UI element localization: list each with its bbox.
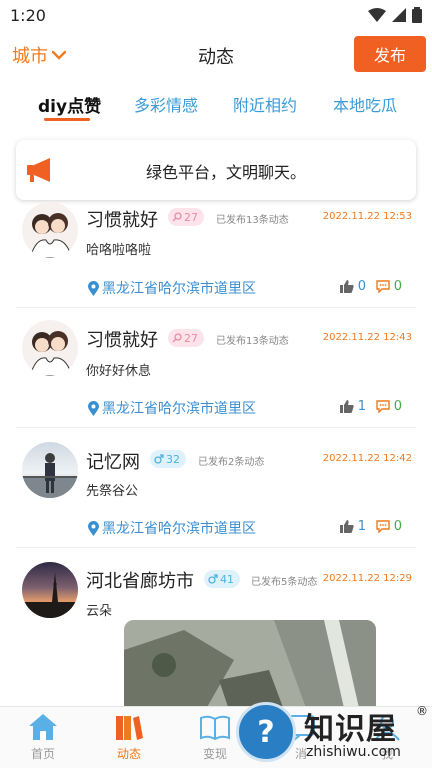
gender-age-badge: 41 <box>204 570 240 588</box>
post-count: 已发布13条动态 <box>216 336 289 347</box>
status-bar: 1:20 <box>0 0 432 30</box>
battery-icon <box>412 7 422 23</box>
location-label: 黑龙江省哈尔滨市道里区 <box>102 521 256 537</box>
post-location[interactable]: 黑龙江省哈尔滨市道里区 <box>88 518 256 538</box>
home-icon <box>29 714 57 740</box>
book-open-icon <box>200 715 230 741</box>
like-count: 0 <box>357 279 366 294</box>
registered-mark: ® <box>416 704 428 718</box>
comment-count: 0 <box>393 279 402 294</box>
notice-banner: 绿色平台，文明聊天。 <box>16 140 416 200</box>
gender-age-badge: 27 <box>168 329 204 347</box>
nav-feed[interactable]: 动态 <box>86 713 172 762</box>
nav-monetize-label: 变现 <box>202 747 227 761</box>
comment-icon <box>376 280 390 293</box>
watermark-title: 知识屋 <box>304 712 397 747</box>
like-button[interactable]: 1 <box>339 399 366 414</box>
tab-local-gossip[interactable]: 本地吃瓜 <box>333 92 397 116</box>
status-time: 1:20 <box>10 5 46 25</box>
wifi-icon <box>368 8 386 22</box>
post-time: 2022.11.22 12:53 <box>322 211 412 222</box>
male-icon <box>154 454 164 464</box>
post-location[interactable]: 黑龙江省哈尔滨市道里区 <box>88 398 256 418</box>
signal-icon <box>392 8 406 22</box>
comment-icon <box>376 400 390 413</box>
post-time: 2022.11.22 12:29 <box>322 573 412 584</box>
avatar[interactable] <box>22 562 78 618</box>
comment-icon <box>376 520 390 533</box>
comment-button[interactable]: 0 <box>376 519 402 534</box>
nav-home[interactable]: 首页 <box>0 713 86 762</box>
post-username[interactable]: 河北省廊坊市 <box>86 567 194 593</box>
comment-count: 0 <box>393 519 402 534</box>
post-feed[interactable]: 习惯就好 27 已发布13条动态 2022.11.22 12:53 哈咯啦咯啦 … <box>0 200 432 706</box>
category-tabs: diy点赞 多彩情感 附近相约 本地吃瓜 <box>0 88 432 124</box>
tab-nearby-meetup[interactable]: 附近相约 <box>233 92 297 116</box>
avatar[interactable] <box>22 202 78 258</box>
female-icon <box>172 333 182 343</box>
post-text: 哈咯啦咯啦 <box>86 243 152 258</box>
like-count: 1 <box>357 519 366 534</box>
tab-colorful-emotion[interactable]: 多彩情感 <box>134 92 198 116</box>
post-time: 2022.11.22 12:43 <box>322 332 412 343</box>
app-header: 城市 动态 发布 <box>0 34 432 76</box>
watermark-subtitle: zhishiwu.com <box>306 744 401 760</box>
nav-feed-label: 动态 <box>116 747 141 761</box>
like-button[interactable]: 0 <box>339 279 366 294</box>
watermark: ? 知识屋 ® zhishiwu.com <box>236 702 432 768</box>
post-image[interactable] <box>124 620 376 706</box>
age-value: 32 <box>166 452 180 466</box>
male-icon <box>208 574 218 584</box>
age-value: 27 <box>184 331 198 345</box>
post-username[interactable]: 习惯就好 <box>86 206 158 232</box>
like-count: 1 <box>357 399 366 414</box>
tab-diy-like[interactable]: diy点赞 <box>38 92 101 117</box>
publish-button[interactable]: 发布 <box>354 36 426 72</box>
post-card[interactable]: 习惯就好 27 已发布13条动态 2022.11.22 12:53 哈咯啦咯啦 … <box>16 200 416 308</box>
thumbs-up-icon <box>339 520 354 533</box>
post-count: 已发布13条动态 <box>216 215 289 226</box>
nav-home-label: 首页 <box>30 747 55 761</box>
location-label: 黑龙江省哈尔滨市道里区 <box>102 401 256 417</box>
avatar[interactable] <box>22 320 78 376</box>
post-card[interactable]: 记忆网 32 已发布2条动态 2022.11.22 12:42 先祭谷公 黑龙江… <box>16 428 416 548</box>
gender-age-badge: 32 <box>150 450 186 468</box>
post-username[interactable]: 记忆网 <box>86 448 140 474</box>
post-text: 先祭谷公 <box>86 484 139 499</box>
post-count: 已发布2条动态 <box>198 457 265 468</box>
books-icon <box>116 716 143 740</box>
female-icon <box>172 212 182 222</box>
location-label: 黑龙江省哈尔滨市道里区 <box>102 281 256 297</box>
post-text: 你好好休息 <box>86 364 152 379</box>
age-value: 41 <box>220 572 234 586</box>
post-username[interactable]: 习惯就好 <box>86 326 158 352</box>
location-pin-icon <box>88 520 99 536</box>
comment-button[interactable]: 0 <box>376 399 402 414</box>
post-card[interactable]: 习惯就好 27 已发布13条动态 2022.11.22 12:43 你好好休息 … <box>16 308 416 428</box>
post-location[interactable]: 黑龙江省哈尔滨市道里区 <box>88 278 256 298</box>
age-value: 27 <box>184 210 198 224</box>
comment-button[interactable]: 0 <box>376 279 402 294</box>
comment-count: 0 <box>393 399 402 414</box>
post-text: 云朵 <box>86 604 113 619</box>
thumbs-up-icon <box>339 280 354 293</box>
post-time: 2022.11.22 12:42 <box>322 453 412 464</box>
thumbs-up-icon <box>339 400 354 413</box>
gender-age-badge: 27 <box>168 208 204 226</box>
question-mark-icon: ? <box>236 702 296 762</box>
location-pin-icon <box>88 400 99 416</box>
location-pin-icon <box>88 280 99 296</box>
post-count: 已发布5条动态 <box>251 577 318 588</box>
avatar[interactable] <box>22 442 78 498</box>
like-button[interactable]: 1 <box>339 519 366 534</box>
notice-text: 绿色平台，文明聊天。 <box>145 163 306 182</box>
active-tab-indicator <box>44 118 90 121</box>
